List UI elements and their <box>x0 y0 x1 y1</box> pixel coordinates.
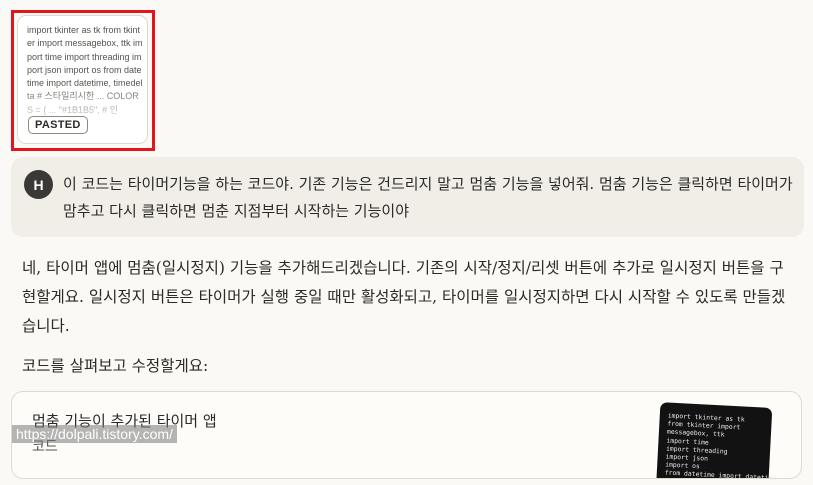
watermark-url: https://dolpali.tistory.com/ <box>12 425 177 443</box>
user-message-text: 이 코드는 타이머기능을 하는 코드야. 기존 기능은 건드리지 말고 멈춤 기… <box>63 175 793 220</box>
chat-page: import tkinter as tk from tkinter import… <box>0 0 813 485</box>
artifact-code-thumbnail: import tkinter as tk from tkinter import… <box>655 402 781 479</box>
artifact-thumbnail-code: import tkinter as tk from tkinter import… <box>664 411 781 479</box>
pasted-badge: PASTED <box>28 116 88 134</box>
pasted-attachment-card[interactable]: import tkinter as tk from tkinter import… <box>17 15 148 144</box>
user-message: H 이 코드는 타이머기능을 하는 코드야. 기존 기능은 건드리지 말고 멈춤… <box>11 157 804 237</box>
user-avatar: H <box>24 170 53 199</box>
assistant-reply-lead: 코드를 살펴보고 수정할게요: <box>22 357 209 375</box>
pasted-fade-overlay <box>18 83 147 143</box>
assistant-reply-paragraph: 네, 타이머 앱에 멈춤(일시정지) 기능을 추가해드리겠습니다. 기존의 시작… <box>22 259 786 335</box>
